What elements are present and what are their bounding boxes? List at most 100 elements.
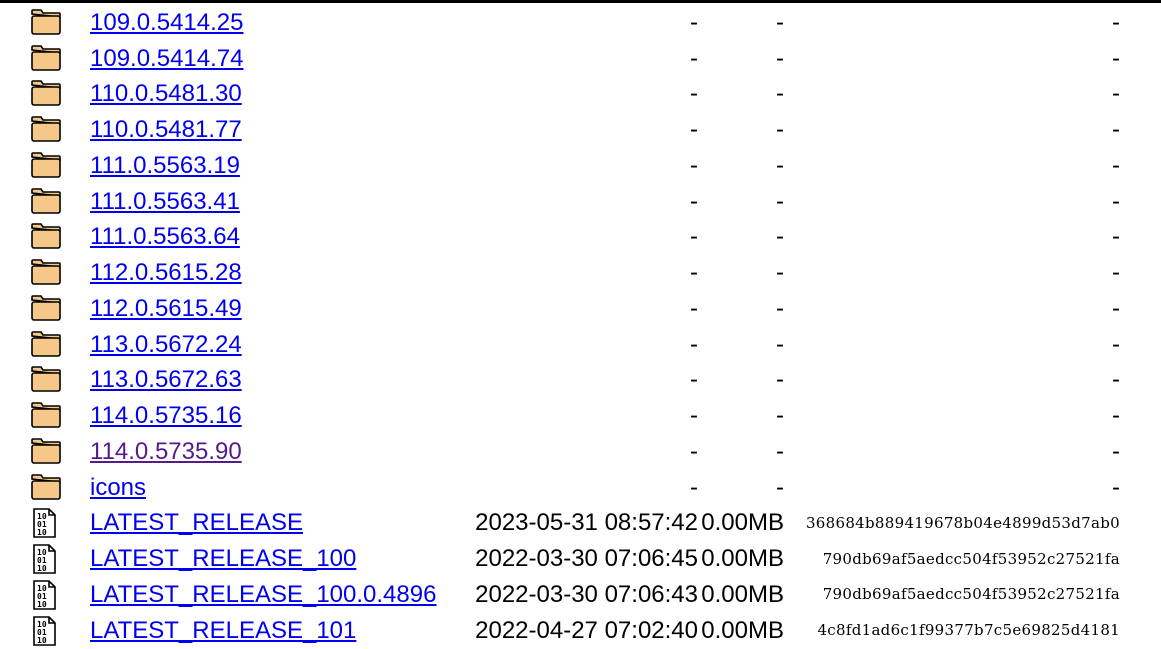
folder-icon bbox=[30, 222, 64, 252]
table-row: 10 01 10 LATEST_RELEASE_100 2022-03-30 07… bbox=[30, 541, 1120, 577]
md5-hash: 4c8fd1ad6c1f99377b7c5e69825d4181 bbox=[817, 621, 1120, 640]
svg-text:10: 10 bbox=[37, 564, 47, 573]
modified-date: 2023-05-31 08:57:42 bbox=[475, 509, 698, 537]
folder-link[interactable]: icons bbox=[90, 474, 146, 501]
table-row: icons - - - bbox=[30, 470, 1120, 506]
modified-date: 2022-03-30 07:06:43 bbox=[475, 580, 698, 608]
name-cell: 113.0.5672.63 bbox=[90, 363, 438, 399]
icon-cell bbox=[30, 363, 90, 399]
size-cell: 0.00MB bbox=[698, 506, 784, 542]
md5-hash: - bbox=[1112, 80, 1120, 108]
md5-hash: - bbox=[1112, 8, 1120, 36]
icon-cell bbox=[30, 148, 90, 184]
date-cell: - bbox=[438, 291, 698, 327]
file-link[interactable]: LATEST_RELEASE_101 bbox=[90, 617, 356, 644]
binary-file-icon: 10 01 10 bbox=[30, 508, 64, 539]
hash-cell: - bbox=[784, 184, 1120, 220]
table-row: 112.0.5615.28 - - - bbox=[30, 255, 1120, 291]
folder-link[interactable]: 111.0.5563.41 bbox=[90, 188, 240, 215]
name-cell: 111.0.5563.64 bbox=[90, 220, 438, 256]
name-cell: LATEST_RELEASE bbox=[90, 506, 438, 542]
md5-hash: - bbox=[1112, 259, 1120, 287]
hash-cell: - bbox=[784, 398, 1120, 434]
folder-icon bbox=[30, 8, 64, 38]
name-cell: 114.0.5735.16 bbox=[90, 398, 438, 434]
svg-text:10: 10 bbox=[37, 600, 47, 609]
md5-hash: - bbox=[1112, 402, 1120, 430]
file-size: 0.00MB bbox=[701, 616, 784, 644]
date-cell: - bbox=[438, 5, 698, 41]
modified-date: - bbox=[690, 437, 698, 465]
folder-link[interactable]: 111.0.5563.64 bbox=[90, 223, 240, 250]
size-cell: - bbox=[698, 434, 784, 470]
folder-link[interactable]: 110.0.5481.30 bbox=[90, 80, 242, 107]
size-cell: - bbox=[698, 398, 784, 434]
icon-cell bbox=[30, 77, 90, 113]
folder-link[interactable]: 112.0.5615.28 bbox=[90, 259, 242, 286]
name-cell: 114.0.5735.90 bbox=[90, 434, 438, 470]
folder-link[interactable]: 111.0.5563.19 bbox=[90, 152, 240, 179]
size-cell: - bbox=[698, 184, 784, 220]
folder-link[interactable]: 109.0.5414.74 bbox=[90, 45, 243, 72]
table-row: 109.0.5414.74 - - - bbox=[30, 41, 1120, 77]
name-cell: 109.0.5414.25 bbox=[90, 5, 438, 41]
md5-hash: - bbox=[1112, 294, 1120, 322]
folder-link[interactable]: 114.0.5735.16 bbox=[90, 402, 242, 429]
size-cell: - bbox=[698, 220, 784, 256]
file-size: - bbox=[776, 187, 784, 215]
name-cell: 112.0.5615.28 bbox=[90, 255, 438, 291]
file-size: - bbox=[776, 294, 784, 322]
modified-date: - bbox=[690, 366, 698, 394]
date-cell: - bbox=[438, 434, 698, 470]
size-cell: - bbox=[698, 148, 784, 184]
folder-icon bbox=[30, 115, 64, 145]
directory-listing: 109.0.5414.25 - - - 109.0.5414.74 - - - 110.0.… bbox=[30, 5, 1120, 649]
modified-date: - bbox=[690, 151, 698, 179]
file-link[interactable]: LATEST_RELEASE_100.0.4896 bbox=[90, 581, 436, 608]
folder-link[interactable]: 112.0.5615.49 bbox=[90, 295, 242, 322]
file-size: - bbox=[776, 366, 784, 394]
date-cell: - bbox=[438, 77, 698, 113]
file-size: 0.00MB bbox=[701, 545, 784, 573]
date-cell: 2022-03-30 07:06:45 bbox=[438, 541, 698, 577]
folder-icon bbox=[30, 258, 64, 288]
size-cell: - bbox=[698, 255, 784, 291]
hash-cell: 4c8fd1ad6c1f99377b7c5e69825d4181 bbox=[784, 613, 1120, 649]
folder-link[interactable]: 110.0.5481.77 bbox=[90, 116, 242, 143]
folder-link[interactable]: 113.0.5672.63 bbox=[90, 366, 242, 393]
name-cell: 111.0.5563.41 bbox=[90, 184, 438, 220]
name-cell: 109.0.5414.74 bbox=[90, 41, 438, 77]
name-cell: LATEST_RELEASE_100.0.4896 bbox=[90, 577, 438, 613]
icon-cell bbox=[30, 255, 90, 291]
icon-cell bbox=[30, 112, 90, 148]
folder-icon bbox=[30, 330, 64, 360]
svg-text:10: 10 bbox=[37, 636, 47, 645]
size-cell: 0.00MB bbox=[698, 541, 784, 577]
icon-cell bbox=[30, 220, 90, 256]
modified-date: - bbox=[690, 8, 698, 36]
hash-cell: - bbox=[784, 327, 1120, 363]
name-cell: 113.0.5672.24 bbox=[90, 327, 438, 363]
md5-hash: - bbox=[1112, 366, 1120, 394]
folder-link[interactable]: 109.0.5414.25 bbox=[90, 9, 243, 36]
listing-body: 109.0.5414.25 - - - 109.0.5414.74 - - - 110.0.… bbox=[30, 5, 1120, 649]
icon-cell bbox=[30, 41, 90, 77]
hash-cell: - bbox=[784, 5, 1120, 41]
file-size: - bbox=[776, 223, 784, 251]
name-cell: LATEST_RELEASE_101 bbox=[90, 613, 438, 649]
modified-date: - bbox=[690, 259, 698, 287]
hash-cell: 790db69af5aedcc504f53952c27521fa bbox=[784, 577, 1120, 613]
size-cell: - bbox=[698, 112, 784, 148]
file-size: - bbox=[776, 8, 784, 36]
date-cell: - bbox=[438, 220, 698, 256]
table-row: 109.0.5414.25 - - - bbox=[30, 5, 1120, 41]
folder-link[interactable]: 114.0.5735.90 bbox=[90, 438, 242, 465]
table-row: 111.0.5563.64 - - - bbox=[30, 220, 1120, 256]
modified-date: - bbox=[690, 223, 698, 251]
name-cell: LATEST_RELEASE_100 bbox=[90, 541, 438, 577]
file-link[interactable]: LATEST_RELEASE_100 bbox=[90, 545, 356, 572]
folder-link[interactable]: 113.0.5672.24 bbox=[90, 331, 242, 358]
file-link[interactable]: LATEST_RELEASE bbox=[90, 509, 303, 536]
hash-cell: - bbox=[784, 434, 1120, 470]
date-cell: - bbox=[438, 255, 698, 291]
